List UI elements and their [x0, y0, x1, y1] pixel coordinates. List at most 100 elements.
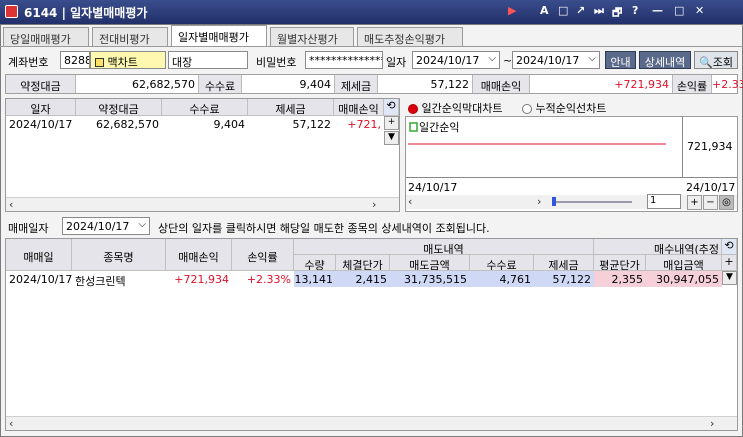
account-name: 맥차트	[107, 56, 138, 69]
refresh-icon[interactable]: ⟲	[722, 239, 737, 255]
col-pnl: 매매손익	[334, 99, 384, 116]
col-price: 체결단가	[336, 255, 390, 271]
link-icon[interactable]: ↗	[576, 4, 585, 17]
account-color-icon	[95, 58, 104, 67]
col-sell-group: 매도내역	[294, 239, 594, 255]
col-sell-amount: 매도금액	[390, 255, 470, 271]
col-tax: 제세금	[248, 99, 334, 116]
scroll-right-icon[interactable]: ›	[372, 198, 376, 211]
expand-icon[interactable]: +	[384, 116, 399, 130]
summary-row: 약정대금 62,682,570 수수료 9,404 제세금 57,122 매매손…	[5, 74, 743, 94]
row-fee: 9,404	[213, 118, 246, 131]
daily-table: 일자 약정대금 수수료 제세금 매매손익 ⟲ 2024/10/17 62,682…	[5, 98, 400, 212]
col-rate: 손익률	[232, 239, 294, 271]
scroll-left-icon[interactable]: ‹	[9, 198, 13, 211]
row-tax: 57,122	[292, 118, 332, 131]
legend-marker	[409, 122, 418, 132]
x-left-label: 24/10/17	[408, 181, 458, 194]
col-buy-amount: 매입금액	[646, 255, 722, 271]
col-pnl: 매매손익	[166, 239, 232, 271]
tab-by-date[interactable]: 일자별매매평가	[171, 25, 267, 46]
scroll-right-icon[interactable]: ›	[537, 195, 541, 208]
help-icon[interactable]: ?	[632, 4, 638, 17]
trade-date-value: 2024/10/17	[66, 220, 130, 233]
restore-icon[interactable]: 🗗	[612, 4, 622, 23]
app-icon	[5, 5, 18, 18]
refresh-icon[interactable]: ⟲	[384, 99, 399, 116]
tax-value: 57,122	[430, 78, 470, 91]
x-right-label: 24/10/17	[686, 181, 736, 194]
maximize-icon[interactable]: □	[674, 4, 684, 17]
col-date: 일자	[6, 99, 76, 116]
detail-button[interactable]: 상세내역	[639, 51, 691, 69]
date-to-field[interactable]: 2024/10/17 ⌵	[512, 51, 600, 69]
account-type-field[interactable]: 대장	[168, 51, 248, 69]
row-sell-tax: 57,122	[534, 271, 594, 287]
guide-button[interactable]: 안내	[605, 51, 636, 69]
row-pnl: +721,934	[174, 273, 229, 286]
play-icon[interactable]: ▶	[508, 4, 516, 17]
chart-option-line-label: 누적순익선차트	[535, 102, 607, 115]
window-icon[interactable]: □	[558, 4, 568, 17]
expand-icon[interactable]: +	[722, 255, 737, 271]
row-sell-fee: 4,761	[470, 271, 534, 287]
radio-unselected-icon	[522, 104, 532, 114]
pnl-label: 매매손익	[472, 75, 530, 93]
chart-slider-thumb[interactable]	[552, 197, 556, 206]
trade-date-label: 매매일자	[8, 222, 49, 235]
search-icon: 🔍	[699, 56, 713, 69]
tab-prev-day[interactable]: 전대비평가	[92, 27, 168, 46]
chart-slider-track[interactable]	[552, 201, 632, 203]
col-trade-date: 매매일	[6, 239, 72, 271]
horizontal-scrollbar[interactable]: ‹ ›	[6, 197, 399, 211]
font-icon[interactable]: A	[540, 4, 549, 17]
tab-sell-estimate[interactable]: 매도추정손익평가	[357, 27, 463, 46]
chevron-down-icon: ⌵	[488, 53, 496, 64]
close-icon[interactable]: ✕	[695, 4, 704, 17]
minimize-icon[interactable]: —	[652, 4, 663, 17]
row-avg-price: 2,355	[594, 271, 646, 287]
row-sell-amount: 31,735,515	[390, 271, 470, 287]
detail-table: 매매일 종목명 매매손익 손익률 매도내역 매수내역(추정 ⟲ 수량 체결단가 …	[5, 238, 738, 431]
trade-date-field[interactable]: 2024/10/17 ⌵	[62, 217, 150, 235]
col-stock: 종목명	[72, 239, 166, 271]
row-date: 2024/10/17	[9, 118, 73, 131]
search-button[interactable]: 🔍조회	[694, 51, 738, 69]
chart-x-axis	[406, 177, 737, 178]
account-name-field[interactable]: 맥차트	[90, 51, 166, 69]
date-from-value: 2024/10/17	[416, 54, 480, 67]
fee-value: 9,404	[299, 78, 332, 91]
scroll-right-icon[interactable]: ›	[710, 417, 714, 430]
title-bar: 6144 | 일자별매매평가 ▶ A □ ↗ ⏭ 🗗 ? — □ ✕	[0, 0, 743, 24]
window-title: 6144 | 일자별매매평가	[24, 6, 148, 20]
chart-scrollbar[interactable]: ‹ › 1 + − ◎	[406, 194, 737, 210]
zoom-out-icon[interactable]: −	[703, 195, 718, 210]
tab-daily-trade[interactable]: 당일매매평가	[3, 27, 89, 46]
chart-panel: 일간순익 721,934 24/10/17 24/10/17 ‹ › 1 + −…	[405, 116, 738, 212]
scroll-left-icon[interactable]: ‹	[408, 195, 412, 208]
row-stock: 한성크린텍	[75, 275, 126, 287]
scroll-left-icon[interactable]: ‹	[9, 417, 13, 430]
trade-date-hint: 상단의 일자를 클릭하시면 해당일 매도한 종목의 상세내역이 조회됩니다.	[158, 222, 490, 235]
chevron-down-icon: ⌵	[588, 53, 596, 64]
search-button-label: 조회	[712, 56, 733, 69]
chart-option-bar[interactable]: 일간순익막대차트	[408, 100, 502, 116]
horizontal-scrollbar[interactable]: ‹ ›	[6, 416, 737, 430]
chart-count-field[interactable]: 1	[647, 194, 681, 209]
next-icon[interactable]: ⏭	[594, 4, 604, 18]
scroll-down-icon[interactable]: ▼	[384, 131, 399, 145]
chart-option-line[interactable]: 누적순익선차트	[522, 100, 606, 116]
account-label: 계좌번호	[8, 56, 49, 69]
zoom-fit-icon[interactable]: ◎	[719, 195, 734, 210]
scroll-down-icon[interactable]: ▼	[722, 271, 737, 285]
password-field[interactable]: **************	[305, 51, 383, 69]
zoom-in-icon[interactable]: +	[687, 195, 702, 210]
col-sell-fee: 수수료	[470, 255, 534, 271]
row-qty: 13,141	[294, 271, 336, 287]
account-number-field[interactable]: 8288	[60, 51, 90, 69]
tab-monthly-asset[interactable]: 월별자산평가	[270, 27, 354, 46]
row-trade-date: 2024/10/17	[9, 273, 72, 286]
amount-value: 62,682,570	[132, 78, 195, 91]
col-amount: 약정대금	[76, 99, 162, 116]
date-from-field[interactable]: 2024/10/17 ⌵	[412, 51, 500, 69]
